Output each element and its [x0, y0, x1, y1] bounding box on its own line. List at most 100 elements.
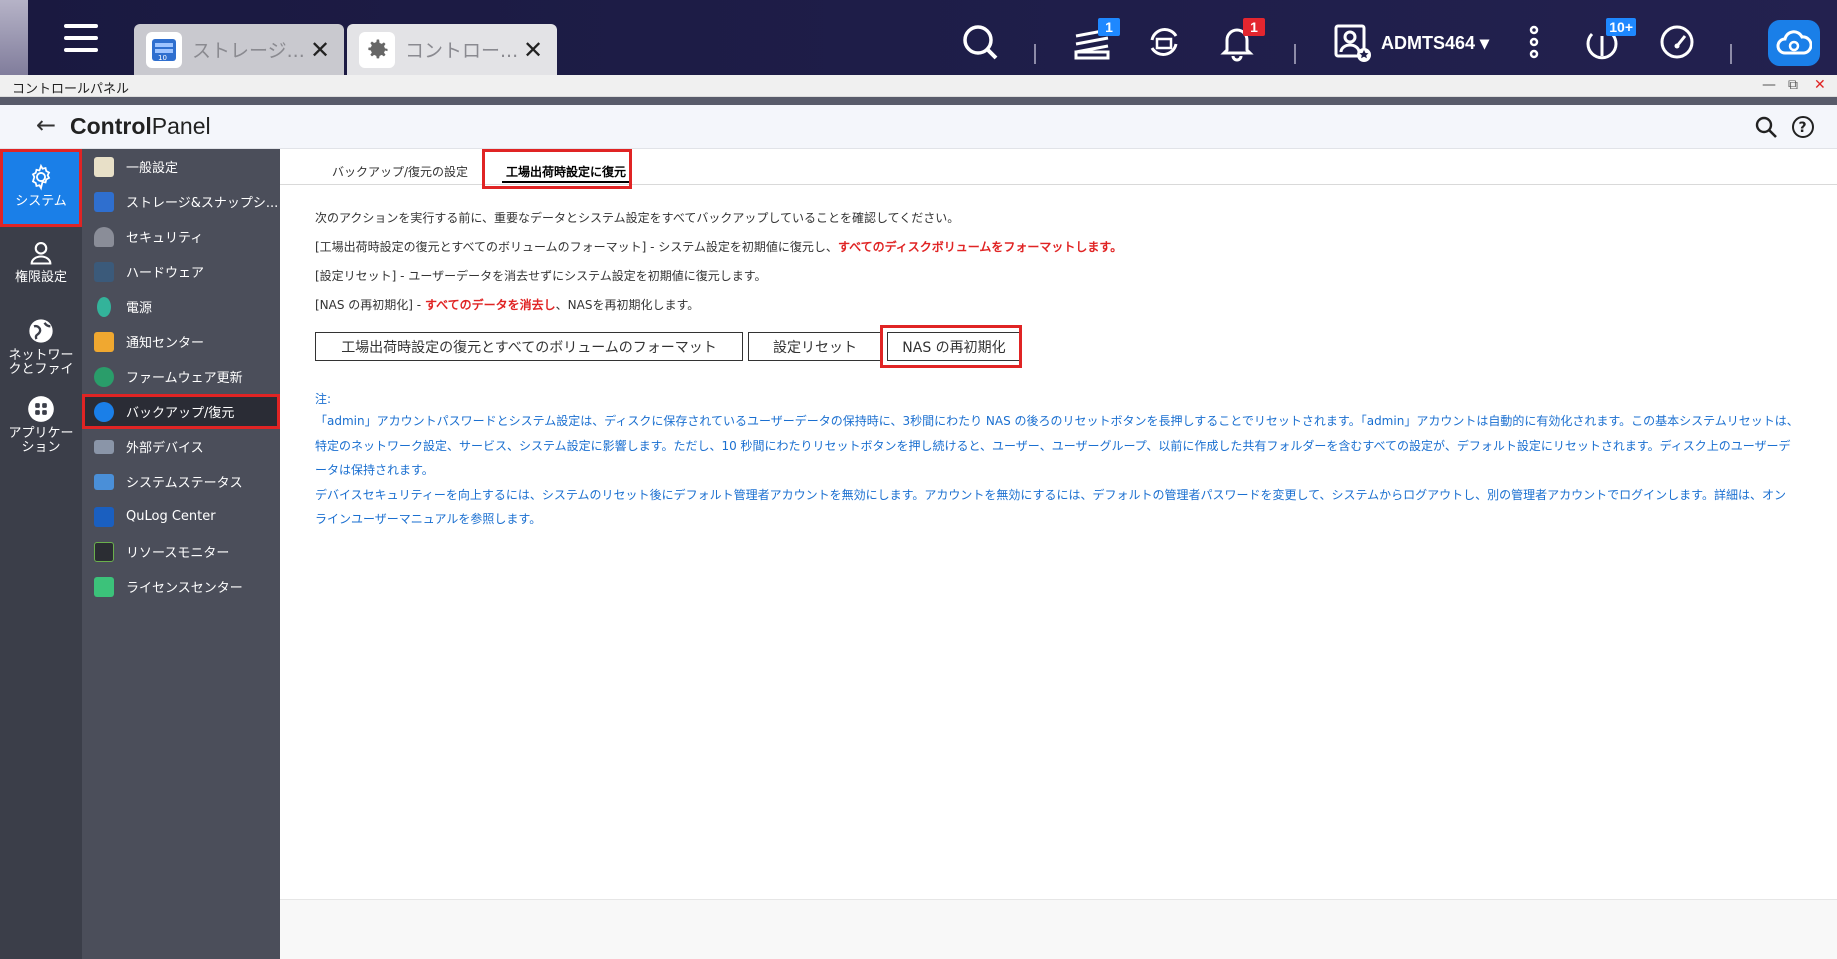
storage-app-icon: 10 [146, 31, 182, 68]
sidebar-item-label: ハードウェア [126, 266, 205, 281]
sidebar-item-resource-monitor[interactable]: リソースモニター [82, 534, 280, 569]
apps-grid-icon [28, 396, 54, 422]
taskbar-edge [0, 0, 28, 75]
firmware-icon [94, 366, 114, 387]
rail-item-system[interactable]: システム [0, 149, 82, 227]
close-icon[interactable]: ✕ [308, 36, 332, 64]
separator [1034, 44, 1036, 64]
content-tabs: バックアップ/復元の設定 工場出荷時設定に復元 [280, 149, 1837, 185]
gear-icon [31, 163, 51, 191]
sidebar-item-qulog[interactable]: QuLog Center [82, 499, 280, 534]
sync-icon[interactable] [1142, 20, 1186, 64]
app-header: ← ControlPanel ? [0, 105, 1837, 149]
svg-text:?: ? [1799, 120, 1807, 136]
sidebar-item-storage[interactable]: ストレージ&スナップシ... [82, 184, 280, 219]
rail-item-label: 権限設定 [14, 270, 67, 285]
tab-label: ストレージ... [192, 40, 305, 62]
rail-item-privilege[interactable]: 権限設定 [0, 239, 82, 299]
settings-sidebar: 一般設定 ストレージ&スナップシ... セキュリティ ハードウェア 電源 通知セ… [82, 149, 280, 959]
sidebar-item-license[interactable]: ライセンスセンター [82, 569, 280, 604]
sidebar-item-label: バックアップ/復元 [126, 406, 235, 421]
sidebar-item-label: 一般設定 [126, 161, 179, 176]
factory-reset-description: [工場出荷時設定の復元とすべてのボリュームのフォーマット] - システム設定を初… [315, 240, 1123, 254]
notification-bell-icon[interactable]: 1 [1215, 18, 1265, 64]
note-label: 注: [315, 392, 332, 406]
reinit-description: [NAS の再初期化] - すべてのデータを消去し、NASを再初期化します。 [315, 298, 700, 312]
storage-icon [94, 191, 114, 212]
window-titlebar: コントロールパネル — ⧉ ✕ [0, 75, 1837, 97]
tab-backup-restore-settings[interactable]: バックアップ/復元の設定 [332, 163, 468, 180]
window-title: コントロールパネル [12, 82, 130, 97]
intro-text: 次のアクションを実行する前に、重要なデータとシステム設定をすべてバックアップして… [315, 211, 960, 225]
tab-control-panel[interactable]: コントロー... ✕ [347, 24, 557, 75]
tab-label: コントロー... [405, 40, 519, 62]
sidebar-item-backup-restore[interactable]: バックアップ/復元 [82, 394, 280, 429]
close-icon[interactable]: ✕ [1814, 77, 1826, 93]
tab-storage[interactable]: 10 ストレージ... ✕ [134, 24, 344, 75]
svg-text:10: 10 [158, 54, 167, 62]
main-menu-icon[interactable] [64, 24, 102, 58]
minimize-icon[interactable]: — [1762, 77, 1776, 93]
notifications-badge: 1 [1243, 18, 1265, 36]
sidebar-item-label: ストレージ&スナップシ... [126, 196, 279, 211]
background-tasks-icon[interactable]: 1 [1070, 18, 1120, 64]
sidebar-item-system-status[interactable]: システムステータス [82, 464, 280, 499]
note-line: ラインユーザーマニュアルを参照します。 [315, 512, 542, 526]
sidebar-item-label: セキュリティ [126, 231, 204, 246]
hardware-icon [94, 261, 114, 282]
sidebar-item-general[interactable]: 一般設定 [82, 149, 280, 184]
sidebar-item-label: QuLog Center [126, 509, 216, 524]
power-icon [97, 296, 111, 317]
user-name-dropdown[interactable]: ADMTS464 ▾ [1381, 33, 1489, 54]
qulog-icon [94, 506, 114, 527]
updates-badge: 10+ [1606, 18, 1636, 36]
taskbar: 10 ストレージ... ✕ コントロー... ✕ 1 1 ADMTS464 ▾ … [0, 0, 1837, 75]
close-icon[interactable]: ✕ [521, 36, 545, 64]
firmware-update-icon[interactable]: 10+ [1580, 18, 1636, 64]
sidebar-item-external-devices[interactable]: 外部デバイス [82, 429, 280, 464]
sidebar-item-firmware[interactable]: ファームウェア更新 [82, 359, 280, 394]
myqnapcloud-icon[interactable] [1768, 20, 1820, 66]
sidebar-item-power[interactable]: 電源 [82, 289, 280, 324]
rail-item-label: アプリケーション [8, 426, 74, 455]
page-title: ControlPanel [70, 113, 211, 139]
restore-icon[interactable]: ⧉ [1788, 77, 1798, 93]
rail-item-label: システム [15, 194, 67, 209]
note-line: デバイスセキュリティーを向上するには、システムのリセット後にデフォルト管理者アカ… [315, 487, 1786, 502]
note-line: 特定のネットワーク設定、サービス、システム設定に影響します。ただし、10 秒間に… [315, 438, 1791, 453]
sidebar-item-label: 電源 [126, 301, 153, 316]
sidebar-item-notification[interactable]: 通知センター [82, 324, 280, 359]
reinitialize-nas-button[interactable]: NAS の再初期化 [887, 332, 1021, 361]
sidebar-item-hardware[interactable]: ハードウェア [82, 254, 280, 289]
tab-underline [502, 181, 630, 183]
sidebar-item-label: 通知センター [126, 336, 205, 351]
back-arrow-icon[interactable]: ← [36, 111, 56, 139]
rail-item-network[interactable]: ネットワークとファイ [0, 317, 82, 389]
search-icon[interactable] [1754, 115, 1778, 139]
lock-icon [94, 226, 114, 247]
more-options-icon[interactable] [1512, 20, 1556, 64]
sidebar-item-label: リソースモニター [126, 546, 230, 561]
separator [1730, 44, 1732, 64]
tab-factory-reset[interactable]: 工場出荷時設定に復元 [506, 163, 626, 180]
dashboard-gauge-icon[interactable] [1655, 20, 1699, 64]
user-icon [30, 242, 52, 265]
gear-icon [359, 31, 395, 68]
help-icon[interactable]: ? [1791, 115, 1815, 139]
clipboard-icon [94, 156, 114, 177]
note-line: ータは保持されます。 [315, 463, 434, 477]
backup-gear-icon [94, 401, 114, 422]
rail-item-label: ネットワークとファイ [8, 348, 74, 377]
settings-reset-button[interactable]: 設定リセット [748, 332, 882, 361]
main-content: バックアップ/復元の設定 工場出荷時設定に復元 次のアクションを実行する前に、重… [280, 149, 1837, 959]
search-icon[interactable] [958, 20, 1002, 64]
window-stripe [0, 97, 1837, 105]
resource-monitor-icon [94, 541, 114, 562]
sidebar-item-security[interactable]: セキュリティ [82, 219, 280, 254]
rail-item-applications[interactable]: アプリケーション [0, 395, 82, 467]
tasks-badge: 1 [1098, 18, 1120, 36]
user-admin-icon[interactable] [1330, 20, 1374, 64]
factory-reset-format-button[interactable]: 工場出荷時設定の復元とすべてのボリュームのフォーマット [315, 332, 743, 361]
sidebar-item-label: 外部デバイス [126, 441, 204, 456]
sidebar-item-label: ファームウェア更新 [126, 371, 243, 386]
